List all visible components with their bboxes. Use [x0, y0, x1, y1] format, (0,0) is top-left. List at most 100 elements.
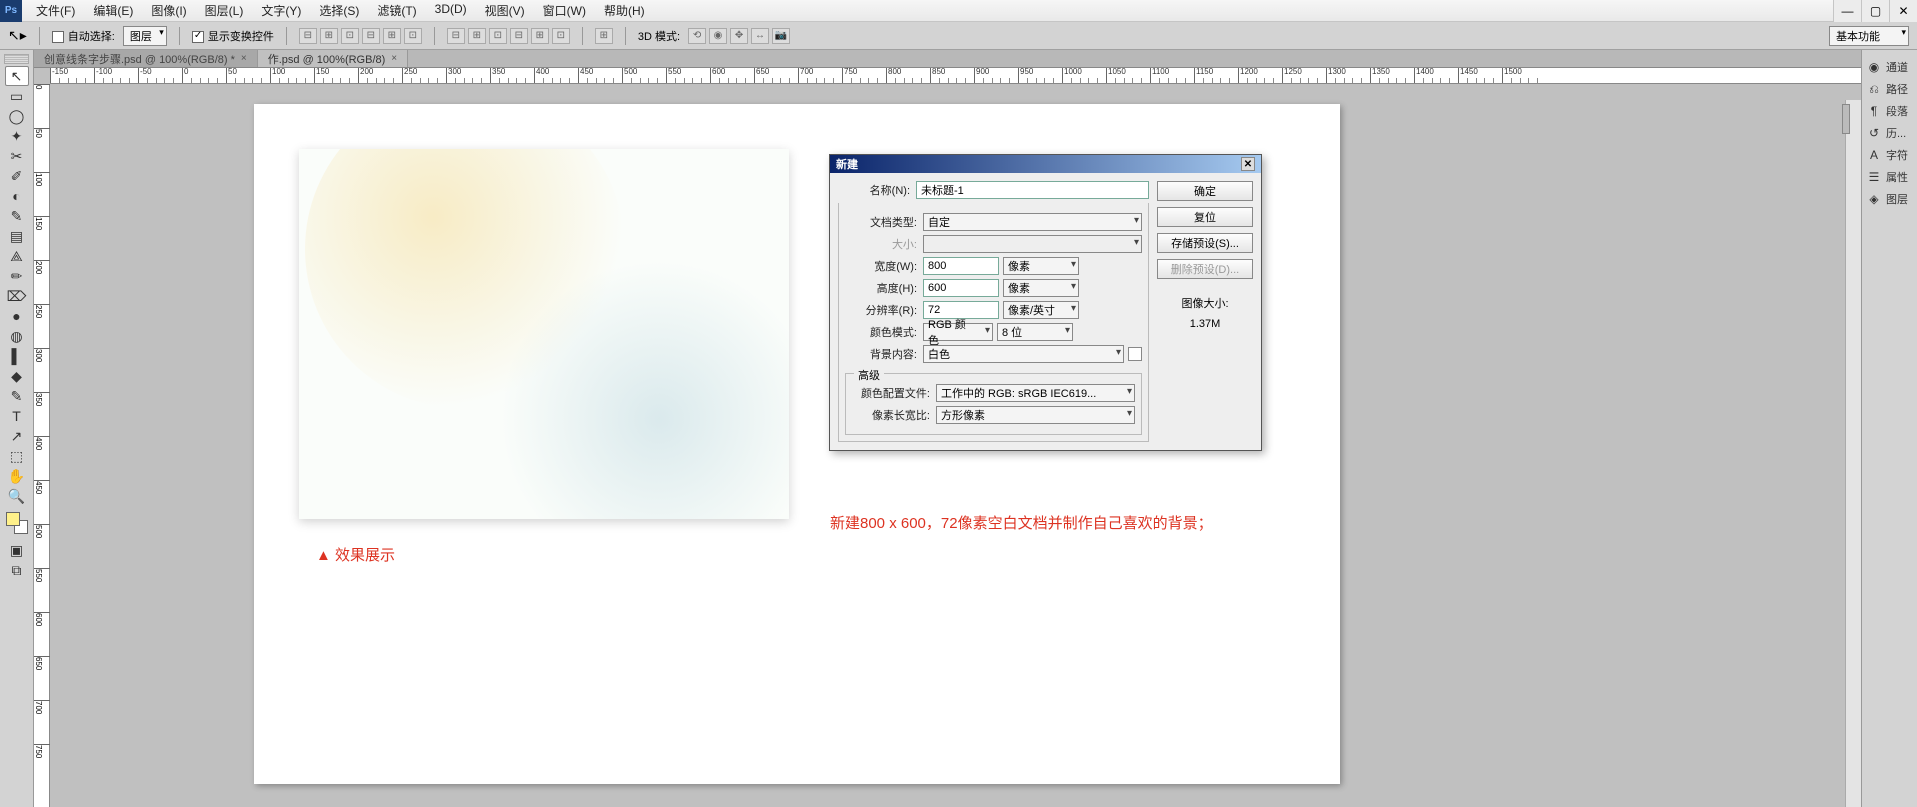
tool-button[interactable]: ✐ — [5, 166, 29, 186]
workspace-dropdown[interactable]: 基本功能 — [1829, 26, 1909, 46]
tool-button[interactable]: T — [5, 406, 29, 426]
menu-item[interactable]: 图像(I) — [151, 2, 186, 19]
tool-button[interactable]: ✋ — [5, 466, 29, 486]
tool-button[interactable]: ⟁ — [5, 246, 29, 266]
canvas-viewport[interactable]: 效果展示 新建 ✕ 名称(N): — [50, 84, 1861, 807]
save-preset-button[interactable]: 存储预设(S)... — [1157, 233, 1253, 253]
menu-item[interactable]: 文件(F) — [36, 2, 75, 19]
width-input[interactable] — [923, 257, 999, 275]
quickmask-icon[interactable]: ▣ — [5, 540, 29, 560]
profile-dropdown[interactable]: 工作中的 RGB: sRGB IEC619... — [936, 384, 1135, 402]
name-input[interactable] — [916, 181, 1149, 199]
menu-item[interactable]: 文字(Y) — [261, 2, 301, 19]
window-button[interactable]: ▢ — [1861, 0, 1889, 22]
tool-button[interactable]: ✂ — [5, 146, 29, 166]
3d-pan-icon[interactable]: ✥ — [730, 28, 748, 44]
3d-orbit-icon[interactable]: ⟲ — [688, 28, 706, 44]
colordepth-dropdown[interactable]: 8 位 — [997, 323, 1073, 341]
window-button[interactable]: ✕ — [1889, 0, 1917, 22]
menu-item[interactable]: 帮助(H) — [604, 2, 645, 19]
panel-tab[interactable]: ⎌路径 — [1862, 78, 1917, 100]
dialog-titlebar[interactable]: 新建 ✕ — [830, 155, 1261, 173]
distribute-icon[interactable]: ⊡ — [489, 28, 507, 44]
panel-tab[interactable]: ↺历... — [1862, 122, 1917, 144]
align-icon[interactable]: ⊡ — [404, 28, 422, 44]
reset-button[interactable]: 复位 — [1157, 207, 1253, 227]
menu-item[interactable]: 选择(S) — [319, 2, 359, 19]
menu-item[interactable]: 窗口(W) — [543, 2, 586, 19]
menu-item[interactable]: 3D(D) — [435, 2, 467, 19]
window-button[interactable]: — — [1833, 0, 1861, 22]
menu-item[interactable]: 视图(V) — [485, 2, 525, 19]
tool-button[interactable]: ✎ — [5, 206, 29, 226]
distribute-icon[interactable]: ⊡ — [552, 28, 570, 44]
align-icon[interactable]: ⊟ — [299, 28, 317, 44]
ok-button[interactable]: 确定 — [1157, 181, 1253, 201]
colormode-dropdown[interactable]: RGB 颜色 — [923, 323, 993, 341]
tool-button[interactable]: ▤ — [5, 226, 29, 246]
3d-camera-icon[interactable]: 📷 — [772, 28, 790, 44]
auto-select-checkbox[interactable] — [52, 31, 64, 43]
tool-button[interactable]: ◍ — [5, 326, 29, 346]
align-icon[interactable]: ⊞ — [320, 28, 338, 44]
document-tab[interactable]: 作.psd @ 100%(RGB/8)× — [258, 50, 408, 67]
height-unit-dropdown[interactable]: 像素 — [1003, 279, 1079, 297]
tool-button[interactable]: ⌦ — [5, 286, 29, 306]
auto-align-icon[interactable]: ⊞ — [595, 28, 613, 44]
panel-tab[interactable]: ☰属性 — [1862, 166, 1917, 188]
width-unit-dropdown[interactable]: 像素 — [1003, 257, 1079, 275]
distribute-icon[interactable]: ⊞ — [468, 28, 486, 44]
panel-label: 图层 — [1886, 191, 1908, 207]
show-transform-checkbox[interactable]: ✓ — [192, 31, 204, 43]
tab-close-icon[interactable]: × — [391, 53, 397, 64]
move-tool-indicator-icon: ↖▸ — [8, 27, 27, 44]
panel-tab[interactable]: A字符 — [1862, 144, 1917, 166]
3d-roll-icon[interactable]: ◉ — [709, 28, 727, 44]
workspace: 0501001502002503003504004505005506006507… — [34, 84, 1861, 807]
tool-button[interactable]: ▭ — [5, 86, 29, 106]
3d-slide-icon[interactable]: ↔ — [751, 28, 769, 44]
tool-button[interactable]: ◯ — [5, 106, 29, 126]
tool-button[interactable]: ↖ — [5, 66, 29, 86]
distribute-icon[interactable]: ⊟ — [510, 28, 528, 44]
distribute-icon[interactable]: ⊟ — [447, 28, 465, 44]
tool-button[interactable]: ✎ — [5, 386, 29, 406]
screenmode-icon[interactable]: ⧉ — [5, 560, 29, 580]
bgcolor-swatch[interactable] — [1128, 347, 1142, 361]
aspect-dropdown[interactable]: 方形像素 — [936, 406, 1135, 424]
menu-item[interactable]: 滤镜(T) — [377, 2, 416, 19]
align-icon[interactable]: ⊞ — [383, 28, 401, 44]
tool-button[interactable]: ▌ — [5, 346, 29, 366]
panel-label: 属性 — [1886, 169, 1908, 185]
tool-button[interactable]: ✏ — [5, 266, 29, 286]
tool-button[interactable]: ◐ — [5, 186, 29, 206]
align-icon[interactable]: ⊡ — [341, 28, 359, 44]
bgcontent-dropdown[interactable]: 白色 — [923, 345, 1124, 363]
preview-image — [299, 149, 789, 519]
tool-button[interactable]: ⬚ — [5, 446, 29, 466]
panel-tab[interactable]: ¶段落 — [1862, 100, 1917, 122]
document-tab[interactable]: 创意线条字步骤.psd @ 100%(RGB/8) *× — [34, 50, 258, 67]
panel-tab[interactable]: ◈图层 — [1862, 188, 1917, 210]
doctype-dropdown[interactable]: 自定 — [923, 213, 1142, 231]
menu-item[interactable]: 编辑(E) — [93, 2, 133, 19]
tool-button[interactable]: 🔍 — [5, 486, 29, 506]
tool-button[interactable]: ◆ — [5, 366, 29, 386]
toolbox-handle[interactable] — [4, 54, 29, 64]
height-input[interactable] — [923, 279, 999, 297]
auto-select-dropdown[interactable]: 图层 — [123, 26, 167, 46]
panel-collapse-toggle[interactable] — [1842, 104, 1850, 134]
tab-close-icon[interactable]: × — [241, 53, 247, 64]
panel-tab[interactable]: ◉通道 — [1862, 56, 1917, 78]
dialog-close-button[interactable]: ✕ — [1241, 157, 1255, 171]
tool-button[interactable]: ✦ — [5, 126, 29, 146]
align-icon[interactable]: ⊟ — [362, 28, 380, 44]
tool-button[interactable]: ● — [5, 306, 29, 326]
color-swatches[interactable] — [6, 512, 28, 534]
distribute-icon[interactable]: ⊞ — [531, 28, 549, 44]
foreground-color-swatch[interactable] — [6, 512, 20, 526]
menu-item[interactable]: 图层(L) — [205, 2, 244, 19]
resolution-unit-dropdown[interactable]: 像素/英寸 — [1003, 301, 1079, 319]
vertical-scrollbar[interactable] — [1845, 100, 1861, 807]
tool-button[interactable]: ↗ — [5, 426, 29, 446]
